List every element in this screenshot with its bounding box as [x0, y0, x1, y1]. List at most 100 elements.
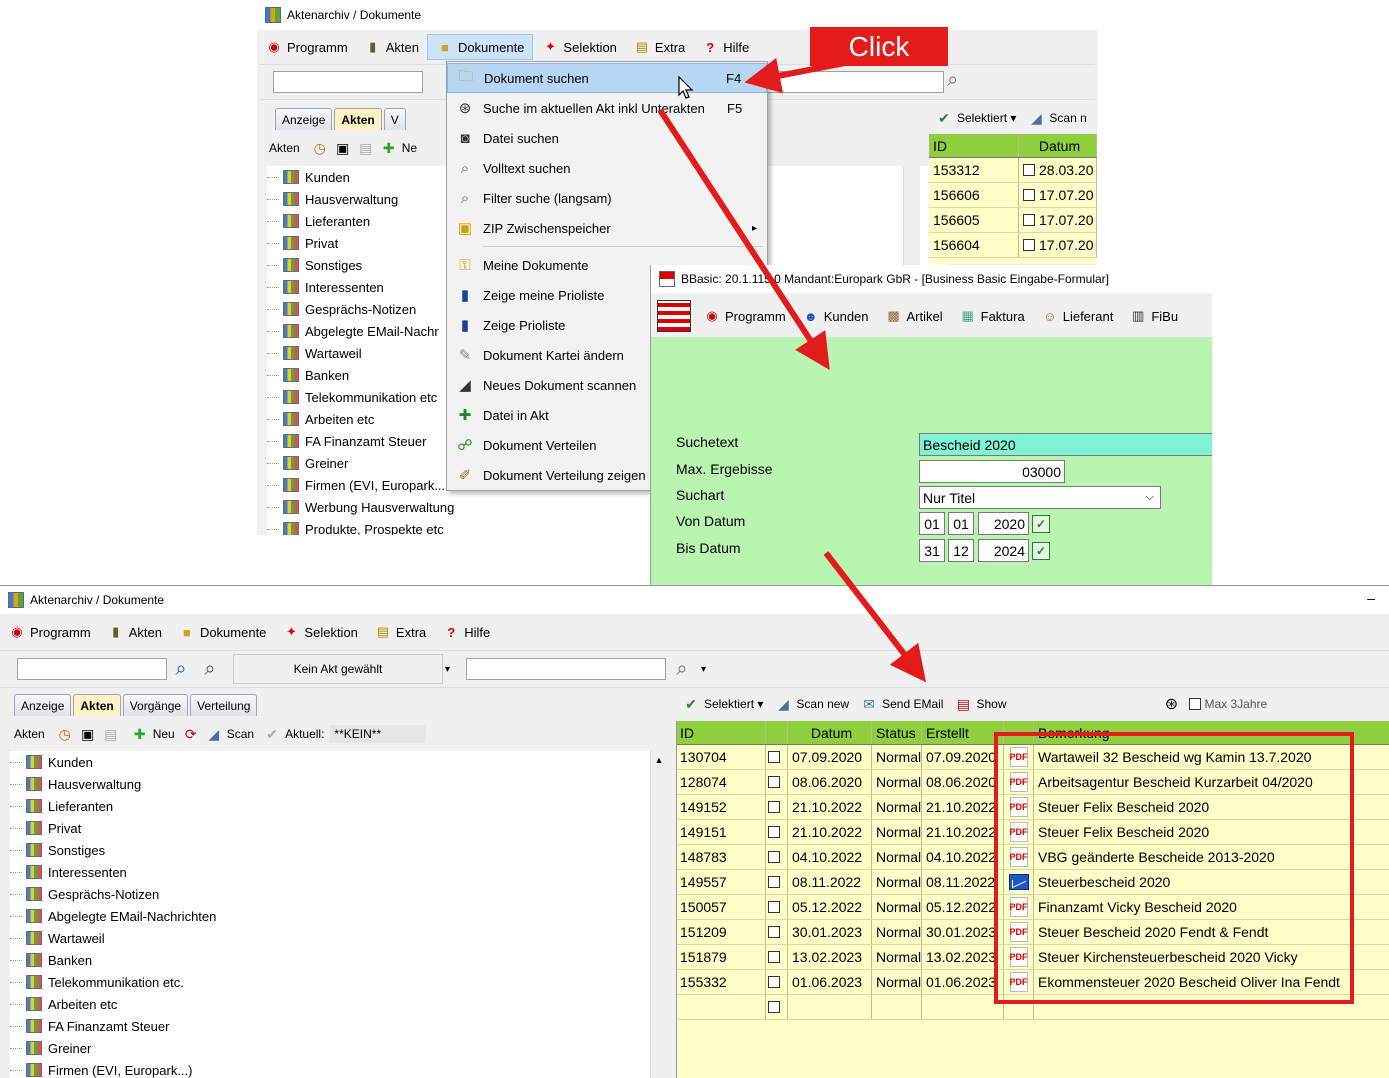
selektiert-button[interactable]: ✔ Selektiert ▾: [676, 692, 768, 716]
menu-selektion[interactable]: ✦ Selektion: [274, 619, 365, 645]
tree-item[interactable]: Banken: [10, 949, 658, 971]
menu-hilfe[interactable]: ? Hilfe: [693, 34, 757, 60]
binoculars-icon[interactable]: ⊛: [1162, 694, 1182, 714]
dropdown-item[interactable]: ◙ Datei suchen: [447, 123, 767, 153]
box-icon[interactable]: ▣: [333, 138, 353, 158]
search-icon[interactable]: ⌕: [171, 658, 191, 680]
tree-item[interactable]: Arbeiten etc: [10, 993, 658, 1015]
tree-item[interactable]: Wartaweil: [10, 927, 658, 949]
tree-item[interactable]: Lieferanten: [10, 795, 658, 817]
menu-extra[interactable]: ▤ Extra: [625, 34, 693, 60]
send-email-button[interactable]: ✉ Send EMail: [854, 692, 948, 716]
tab-vorgaenge[interactable]: Vorgänge: [122, 694, 189, 716]
search-pen-icon[interactable]: ⌕: [947, 69, 958, 92]
menu-extra[interactable]: ▤ Extra: [366, 619, 434, 645]
tree-item[interactable]: Telekommunikation etc.: [10, 971, 658, 993]
bis-jahr-input[interactable]: 2024: [978, 539, 1029, 562]
add-icon[interactable]: ✚: [130, 724, 150, 744]
scroll-up-icon[interactable]: ▲: [651, 751, 667, 765]
clock-icon[interactable]: ◷: [55, 724, 75, 744]
tree-item[interactable]: Firmen (EVI, Europark...): [10, 1059, 658, 1078]
von-monat-input[interactable]: 01: [948, 512, 974, 535]
bbasic-menu-lieferant[interactable]: ☺ Lieferant: [1033, 303, 1122, 329]
magnifier-icon[interactable]: ⌕: [200, 658, 220, 680]
table-row[interactable]: 156606 17.07.20: [929, 183, 1097, 208]
tree-item[interactable]: Privat: [10, 817, 658, 839]
scan-new-button[interactable]: ◢ Scan new: [768, 692, 854, 716]
scanner-icon[interactable]: ◢: [204, 724, 224, 744]
menu-programm[interactable]: ◉ Programm: [0, 619, 99, 645]
col-id[interactable]: ID: [929, 134, 1019, 157]
tab-akten[interactable]: Akten: [73, 694, 121, 716]
top-right-input[interactable]: [764, 71, 944, 93]
row-checkbox[interactable]: [1023, 239, 1035, 251]
bis-tag-input[interactable]: 31: [919, 539, 945, 562]
refresh-icon[interactable]: ⟳: [181, 724, 201, 744]
max-3-jahre-checkbox[interactable]: [1188, 698, 1201, 710]
scan-new-button[interactable]: ◢ Scan n: [1021, 106, 1091, 130]
table-row[interactable]: 153312 28.03.20: [929, 158, 1097, 183]
calendar-check-icon[interactable]: ✓: [1032, 515, 1050, 533]
von-jahr-input[interactable]: 2020: [978, 512, 1029, 535]
von-tag-input[interactable]: 01: [919, 512, 945, 535]
bbasic-menu-faktura[interactable]: ▦ Faktura: [951, 303, 1033, 329]
chevron-down-icon[interactable]: ▾: [701, 664, 706, 675]
tree-item[interactable]: Abgelegte EMail-Nachrichten: [10, 905, 658, 927]
bbasic-menu-artikel[interactable]: ▩ Artikel: [877, 303, 951, 329]
check-icon: ✔: [685, 695, 697, 712]
top-search-input[interactable]: [273, 71, 423, 93]
bis-monat-input[interactable]: 12: [948, 539, 974, 562]
dropdown-item[interactable]: ⊛ Suche im aktuellen Akt inkl Unterakten F…: [447, 93, 767, 123]
tree-item[interactable]: Sonstiges: [10, 839, 658, 861]
tab-akten[interactable]: Akten: [334, 108, 382, 130]
search-pen-icon[interactable]: ⌕: [672, 658, 692, 680]
tree-item[interactable]: Gesprächs-Notizen: [10, 883, 658, 905]
dropdown-item[interactable]: ⌕ Filter suche (langsam): [447, 183, 767, 213]
menu-hilfe[interactable]: ? Hilfe: [434, 619, 498, 645]
tab-v[interactable]: V: [383, 108, 406, 130]
tree-item[interactable]: Hausverwaltung: [10, 773, 658, 795]
dropdown-item[interactable]: 🗀 Dokument suchen F4: [447, 63, 767, 93]
neu-label[interactable]: Neu: [153, 727, 175, 741]
scan-label[interactable]: Scan: [227, 727, 254, 741]
akt-selector[interactable]: Kein Akt gewählt: [233, 654, 443, 684]
bbasic-menu-kunden[interactable]: ☻ Kunden: [794, 303, 877, 329]
tab-anzeige[interactable]: Anzeige: [275, 108, 333, 130]
clock-icon[interactable]: ◷: [310, 138, 330, 158]
bottom-right-input[interactable]: [466, 658, 667, 680]
dropdown-item[interactable]: ⌕ Volltext suchen: [447, 153, 767, 183]
bottom-tree-scrollbar[interactable]: ▲: [650, 751, 667, 1078]
minimize-button[interactable]: –: [1367, 590, 1375, 606]
menu-akten[interactable]: ▮ Akten: [99, 619, 170, 645]
table-row[interactable]: 156605 17.07.20: [929, 208, 1097, 233]
tab-anzeige[interactable]: Anzeige: [14, 694, 72, 716]
bbasic-menu-programm[interactable]: ◉ Programm: [695, 303, 794, 329]
max-ergebnisse-input[interactable]: 03000: [919, 460, 1065, 483]
bottom-search-input[interactable]: [17, 658, 167, 680]
row-checkbox[interactable]: [1023, 189, 1035, 201]
dropdown-item[interactable]: ▣ ZIP Zwischenspeicher ▸: [447, 213, 767, 243]
calendar-check-icon[interactable]: ✓: [1032, 542, 1050, 560]
menu-dokumente[interactable]: ■ Dokumente: [426, 34, 534, 60]
chevron-down-icon[interactable]: ▾: [445, 664, 450, 675]
selektiert-button[interactable]: ✔ Selektiert ▾: [929, 106, 1021, 130]
tree-item[interactable]: FA Finanzamt Steuer: [10, 1015, 658, 1037]
show-button[interactable]: ▤ Show: [948, 692, 1011, 716]
bbasic-menu-fibu[interactable]: ▥ FiBu: [1121, 303, 1186, 329]
menu-programm[interactable]: ◉ Programm: [257, 34, 356, 60]
box-icon[interactable]: ▣: [78, 724, 98, 744]
tree-item[interactable]: Greiner: [10, 1037, 658, 1059]
tree-item[interactable]: Interessenten: [10, 861, 658, 883]
row-checkbox[interactable]: [1023, 164, 1035, 176]
add-icon[interactable]: ✚: [379, 138, 399, 158]
tree-item[interactable]: Kunden: [10, 751, 658, 773]
menu-selektion[interactable]: ✦ Selektion: [533, 34, 624, 60]
menu-dokumente[interactable]: ■ Dokumente: [170, 619, 274, 645]
suchart-select[interactable]: Nur Titel ⌵: [919, 486, 1161, 509]
row-checkbox[interactable]: [1023, 214, 1035, 226]
suchetext-input[interactable]: Bescheid 2020: [919, 433, 1212, 456]
tab-verteilung[interactable]: Verteilung: [190, 694, 258, 716]
menu-akten[interactable]: ▮ Akten: [356, 34, 427, 60]
table-row[interactable]: 156604 17.07.20: [929, 233, 1097, 258]
col-datum[interactable]: Datum: [1019, 134, 1097, 157]
